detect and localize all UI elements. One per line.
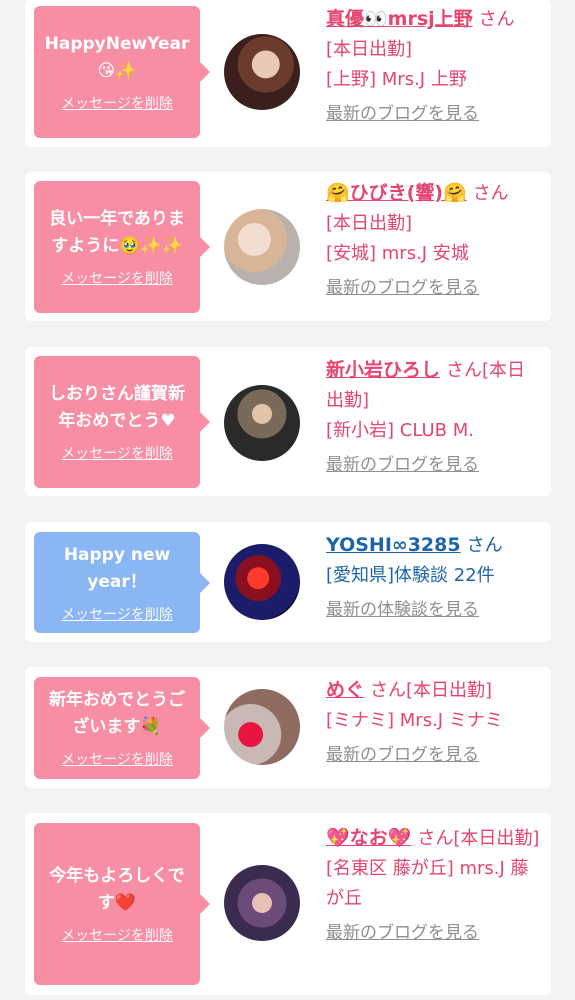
message-bubble: 良い一年でありますように🥹✨✨ メッセージを削除: [34, 181, 210, 313]
name-suffix: さん[本日出勤]: [370, 680, 493, 701]
profile-name-link[interactable]: 真優👀mrsj上野: [326, 8, 473, 30]
message-text: 今年もよろしくです❤️: [49, 866, 185, 913]
info-line: [本日出勤]: [326, 213, 413, 234]
message-bubble: しおりさん謹賀新年おめでとう♥ メッセージを削除: [34, 356, 210, 488]
info-line: [新小岩] CLUB M.: [326, 420, 474, 441]
profile-name-link[interactable]: 💖なお💖: [326, 827, 411, 849]
name-suffix: さん: [472, 183, 509, 204]
latest-review-link[interactable]: 最新の体験談を見る: [326, 595, 541, 625]
delete-message-link[interactable]: メッセージを削除: [61, 604, 173, 624]
delete-message-link[interactable]: メッセージを削除: [61, 443, 173, 463]
message-card: 良い一年でありますように🥹✨✨ メッセージを削除 🤗ひびき(響)🤗 さん [本日出…: [25, 172, 551, 321]
info-line: [安城] mrs.J 安城: [326, 243, 469, 264]
profile-name-link[interactable]: YOSHI∞3285: [326, 534, 461, 556]
info-line: [本日出勤]: [326, 39, 413, 60]
delete-message-link[interactable]: メッセージを削除: [61, 925, 173, 945]
avatar[interactable]: [224, 689, 300, 765]
name-suffix: さん: [478, 9, 515, 30]
message-text: HappyNewYear😘✨: [44, 34, 190, 81]
latest-blog-link[interactable]: 最新のブログを見る: [326, 450, 541, 480]
latest-blog-link[interactable]: 最新のブログを見る: [326, 273, 541, 303]
message-bubble: 新年おめでとうございます💐 メッセージを削除: [34, 677, 210, 779]
latest-blog-link[interactable]: 最新のブログを見る: [326, 99, 541, 129]
delete-message-link[interactable]: メッセージを削除: [61, 749, 173, 769]
profile-name-link[interactable]: 新小岩ひろし: [326, 359, 440, 381]
message-text: 良い一年でありますように🥹✨✨: [49, 209, 185, 256]
latest-blog-link[interactable]: 最新のブログを見る: [326, 740, 541, 770]
avatar[interactable]: [224, 209, 300, 285]
avatar[interactable]: [224, 34, 300, 110]
message-card: 今年もよろしくです❤️ メッセージを削除 💖なお💖 さん[本日出勤] [名東区 藤…: [25, 813, 551, 995]
message-text: 新年おめでとうございます💐: [49, 690, 185, 737]
message-card: Happy new year！ メッセージを削除 YOSHI∞3285 さん [愛…: [25, 522, 551, 642]
name-suffix: さん: [466, 535, 503, 556]
info-line: [名東区 藤が丘] mrs.J 藤が丘: [326, 858, 529, 909]
message-bubble: HappyNewYear😘✨ メッセージを削除: [34, 6, 210, 138]
avatar[interactable]: [224, 385, 300, 461]
info-line: [愛知県]体験談 22件: [326, 565, 495, 586]
delete-message-link[interactable]: メッセージを削除: [61, 268, 173, 288]
info-line: [ミナミ] Mrs.J ミナミ: [326, 710, 503, 731]
info-line: [上野] Mrs.J 上野: [326, 69, 467, 90]
message-bubble: Happy new year！ メッセージを削除: [34, 532, 210, 633]
avatar[interactable]: [224, 544, 300, 620]
message-card: しおりさん謹賀新年おめでとう♥ メッセージを削除 新小岩ひろし さん[本日出勤] …: [25, 347, 551, 496]
delete-message-link[interactable]: メッセージを削除: [61, 93, 173, 113]
profile-name-link[interactable]: めぐ: [326, 679, 364, 701]
message-bubble: 今年もよろしくです❤️ メッセージを削除: [34, 823, 210, 985]
message-text: Happy new year！: [63, 544, 171, 592]
latest-blog-link[interactable]: 最新のブログを見る: [326, 918, 541, 948]
profile-name-link[interactable]: 🤗ひびき(響)🤗: [326, 182, 467, 204]
name-suffix: さん[本日出勤]: [417, 828, 540, 849]
message-card: 新年おめでとうございます💐 メッセージを削除 めぐ さん[本日出勤] [ミナミ] …: [25, 667, 551, 788]
message-text: しおりさん謹賀新年おめでとう♥: [49, 384, 185, 431]
avatar[interactable]: [224, 865, 300, 941]
message-card: HappyNewYear😘✨ メッセージを削除 真優👀mrsj上野 さん [本日出…: [25, 0, 551, 147]
